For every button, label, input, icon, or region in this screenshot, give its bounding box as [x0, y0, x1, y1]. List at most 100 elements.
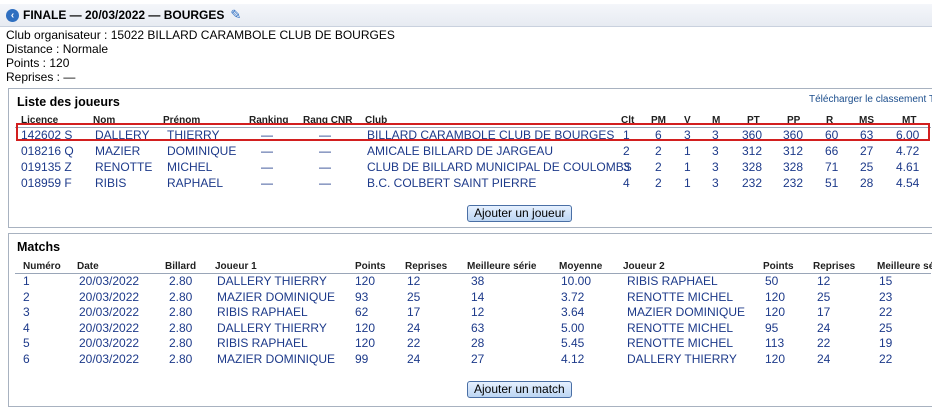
match-cell: 25: [879, 320, 893, 335]
player-cell: 018216 Q: [21, 144, 74, 158]
match-cell: 17: [817, 305, 831, 319]
match-cell: 20/03/2022: [79, 274, 140, 288]
match-col-header: Date: [77, 261, 99, 272]
match-row[interactable]: 6 20/03/2022 2.80 MAZIER DOMINIQUE 99 24 27 4.1…: [9, 351, 932, 367]
match-cell: 99: [355, 351, 369, 366]
match-cell: 4: [23, 320, 30, 335]
player-cell: DOMINIQUE: [167, 144, 237, 158]
match-cell: 22: [879, 305, 893, 319]
player-cell: —: [319, 144, 331, 158]
match-row[interactable]: 3 20/03/2022 2.80 RIBIS RAPHAEL 62 17 12 3.64 MA…: [9, 304, 932, 320]
match-cell: 17: [407, 305, 421, 319]
add-player-button[interactable]: Ajouter un joueur: [467, 205, 573, 222]
organizer-club: Club organisateur : 15022 BILLARD CARAMB…: [6, 28, 395, 42]
add-match-button[interactable]: Ajouter un match: [467, 381, 572, 398]
match-cell: 14: [471, 289, 485, 304]
player-cell: 232: [742, 176, 763, 190]
player-cell: 3: [623, 160, 630, 174]
reprises-info: Reprises : —: [6, 70, 76, 84]
player-cell: —: [261, 144, 273, 158]
matches-panel-title: Matchs: [17, 240, 61, 254]
match-col-header: Numéro: [23, 261, 61, 272]
player-cell: 2: [623, 144, 630, 158]
match-cell: 2.80: [169, 289, 193, 304]
match-cell: 20/03/2022: [79, 305, 140, 319]
match-cell: 19: [879, 336, 893, 350]
player-cell: 3: [712, 176, 719, 190]
match-cell: 38: [471, 274, 485, 288]
match-cell: 63: [471, 320, 485, 335]
player-cell: 1: [684, 176, 691, 190]
match-cell: DALLERY THIERRY: [217, 274, 327, 288]
match-cell: 5: [23, 336, 30, 350]
match-cell: 27: [471, 351, 485, 366]
match-cell: 12: [817, 274, 831, 288]
match-cell: 20/03/2022: [79, 351, 140, 366]
match-cell: 3.72: [561, 289, 585, 304]
player-cell: 328: [742, 160, 763, 174]
match-cell: 24: [817, 351, 831, 366]
players-panel: Liste des joueurs Télécharger le classem…: [8, 88, 932, 228]
match-cell: 20/03/2022: [79, 320, 140, 335]
match-cell: 20/03/2022: [79, 336, 140, 350]
player-cell: CLUB DE BILLARD MUNICIPAL DE COULOMBS: [367, 160, 632, 174]
player-cell: 3: [712, 160, 719, 174]
match-cell: 2.80: [169, 305, 193, 319]
match-row[interactable]: 4 20/03/2022 2.80 DALLERY THIERRY 120 24 63 5.0…: [9, 320, 932, 336]
match-cell: 12: [407, 274, 421, 288]
match-cell: 20/03/2022: [79, 289, 140, 304]
player-cell: 4.72: [896, 144, 920, 158]
player-cell: 019135 Z: [21, 160, 72, 174]
player-cell: 71: [825, 160, 839, 174]
match-cell: 22: [817, 336, 831, 350]
match-cell: 50: [765, 274, 779, 288]
match-row[interactable]: 5 20/03/2022 2.80 RIBIS RAPHAEL 120 22 28 5.45 R…: [9, 335, 932, 351]
player-cell: 27: [860, 144, 874, 158]
player-cell: 25: [860, 160, 874, 174]
match-cell: 5.00: [561, 320, 585, 335]
download-ranking-link[interactable]: Télécharger le classement: [809, 94, 926, 105]
player-cell: 328: [783, 160, 804, 174]
back-arrow-icon[interactable]: ‹: [6, 8, 19, 22]
match-col-header: Points: [763, 261, 794, 272]
match-cell: 2.80: [169, 336, 193, 350]
player-cell: MAZIER: [95, 144, 141, 158]
match-cell: 6: [23, 351, 30, 366]
player-cell: 1: [684, 144, 691, 158]
player-cell: RAPHAEL: [167, 176, 224, 190]
match-cell: 25: [407, 289, 421, 304]
title-bar: ‹ FINALE — 20/03/2022 — BOURGES ✎: [0, 4, 932, 27]
match-cell: 1: [23, 274, 30, 288]
player-cell: 2: [655, 144, 662, 158]
match-cell: 3.64: [561, 305, 585, 319]
match-cell: 22: [407, 336, 421, 350]
player-cell: —: [261, 176, 273, 190]
player-cell: B.C. COLBERT SAINT PIERRE: [367, 176, 537, 190]
match-col-header: Points: [355, 261, 386, 272]
player-row[interactable]: 019135 Z RENOTTE MICHEL — — CLUB DE BILLARD M…: [9, 159, 932, 175]
match-row[interactable]: 2 20/03/2022 2.80 MAZIER DOMINIQUE 93 25 14 3.7…: [9, 289, 932, 305]
player-cell: —: [319, 176, 331, 190]
match-col-header: Moyenne: [559, 261, 603, 272]
match-row[interactable]: 1 20/03/2022 2.80 DALLERY THIERRY 120 12 38 10.…: [9, 273, 932, 289]
players-panel-title: Liste des joueurs: [17, 95, 120, 109]
competition-info: Club organisateur : 15022 BILLARD CARAMB…: [6, 28, 395, 84]
match-cell: 4.12: [561, 351, 585, 366]
match-col-header: Reprises: [405, 261, 448, 272]
match-cell: RIBIS RAPHAEL: [217, 305, 308, 319]
player-cell: AMICALE BILLARD DE JARGEAU: [367, 144, 554, 158]
match-cell: 2.80: [169, 320, 193, 335]
match-cell: 24: [407, 320, 421, 335]
player-row[interactable]: 018216 Q MAZIER DOMINIQUE — — AMICALE BILLARD…: [9, 143, 932, 159]
player-cell: 018959 F: [21, 176, 72, 190]
player-cell: 4.61: [896, 160, 920, 174]
edit-icon[interactable]: ✎: [230, 7, 241, 23]
points-info: Points : 120: [6, 56, 70, 70]
player-cell: 2: [655, 176, 662, 190]
match-col-header: Reprises: [813, 261, 856, 272]
match-cell: RENOTTE MICHEL: [627, 320, 734, 335]
player-row[interactable]: 018959 F RIBIS RAPHAEL — — B.C. COLBERT SAINT…: [9, 175, 932, 191]
player-cell: 51: [825, 176, 839, 190]
player-cell: 2: [655, 160, 662, 174]
match-cell: 22: [879, 351, 893, 366]
